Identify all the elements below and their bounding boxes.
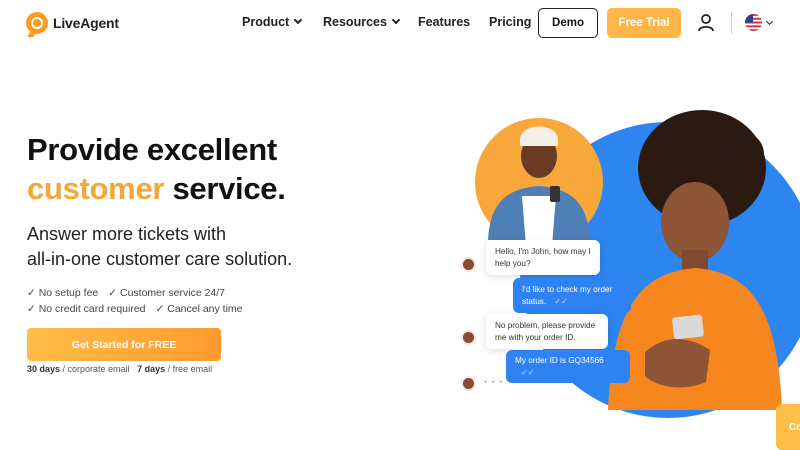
agent-avatar	[461, 330, 476, 345]
nav-pricing[interactable]: Pricing	[489, 15, 531, 29]
nav-features-label: Features	[418, 15, 471, 29]
agent-avatar	[461, 257, 476, 272]
nav-features[interactable]: Features	[418, 15, 470, 29]
chat-message-customer: I'd like to check my order status. ✓✓	[513, 278, 631, 313]
check-item: ✓ No credit card required	[27, 303, 146, 315]
check-item: ✓ Customer service 24/7	[108, 287, 226, 299]
hero-illustration: Hello, I'm John, how may I help you? I'd…	[440, 100, 800, 450]
hero-title-accent: customer	[27, 171, 165, 206]
liveagent-logo-icon	[26, 12, 48, 34]
typing-indicator: • • •	[484, 377, 504, 387]
free-trial-button[interactable]: Free Trial	[607, 8, 681, 38]
nav-pricing-label: Pricing	[489, 15, 532, 29]
check-item: ✓ No setup fee	[27, 287, 99, 299]
nav-product[interactable]: Product	[242, 15, 303, 29]
trial-text-free: / free email	[165, 364, 213, 374]
chat-message-agent: Hello, I'm John, how may I help you?	[486, 240, 600, 275]
nav-product-label: Product	[242, 15, 290, 29]
hero-subtitle: Answer more tickets with all-in-one cust…	[27, 222, 292, 271]
logo-text: LiveAgent	[53, 15, 119, 31]
chevron-down-icon	[391, 15, 401, 25]
trial-days-corporate: 30 days	[27, 364, 61, 374]
trial-days-free: 7 days	[137, 364, 166, 374]
chevron-down-icon	[293, 15, 303, 25]
language-chevron-icon[interactable]	[765, 17, 774, 26]
trial-note: 30 days / corporate email 7 days / free …	[27, 364, 212, 374]
read-ticks-icon: ✓✓	[554, 296, 568, 306]
chat-message-customer: My order ID is GQ34566 ✓✓	[506, 350, 630, 383]
get-started-button[interactable]: Get Started for FREE	[27, 328, 221, 361]
user-icon[interactable]	[698, 14, 714, 32]
demo-button[interactable]: Demo	[538, 8, 598, 38]
nav-resources[interactable]: Resources	[323, 15, 401, 29]
trial-text-corporate: / corporate email	[60, 364, 130, 374]
hero-title-line2: customer service.	[27, 169, 286, 208]
nav-resources-label: Resources	[323, 15, 387, 29]
side-chat-tab[interactable]: Co	[776, 404, 800, 450]
top-nav: LiveAgent Product Resources Features Pri…	[0, 0, 800, 46]
hero-title: Provide excellent customer service.	[27, 130, 286, 208]
chat-message-text: My order ID is GQ34566	[515, 356, 604, 365]
hero-subtitle-line2: all-in-one customer care solution.	[27, 248, 293, 269]
feature-checklist: ✓ No setup fee ✓ Customer service 24/7 ✓…	[27, 285, 243, 317]
hero-subtitle-line1: Answer more tickets with	[27, 224, 227, 244]
hero-photo-illustration	[475, 110, 800, 418]
logo[interactable]: LiveAgent	[26, 12, 119, 34]
check-item: ✓ Cancel any time	[155, 303, 243, 315]
man-photo	[475, 118, 603, 246]
nav-divider	[731, 12, 732, 34]
agent-avatar	[461, 376, 476, 391]
read-ticks-icon: ✓✓	[521, 367, 535, 377]
chat-message-agent: No problem, please provide me with your …	[486, 314, 608, 349]
us-flag-icon[interactable]	[745, 14, 762, 31]
hero-title-line1: Provide excellent	[27, 132, 277, 167]
hero-title-rest: service.	[164, 171, 286, 206]
